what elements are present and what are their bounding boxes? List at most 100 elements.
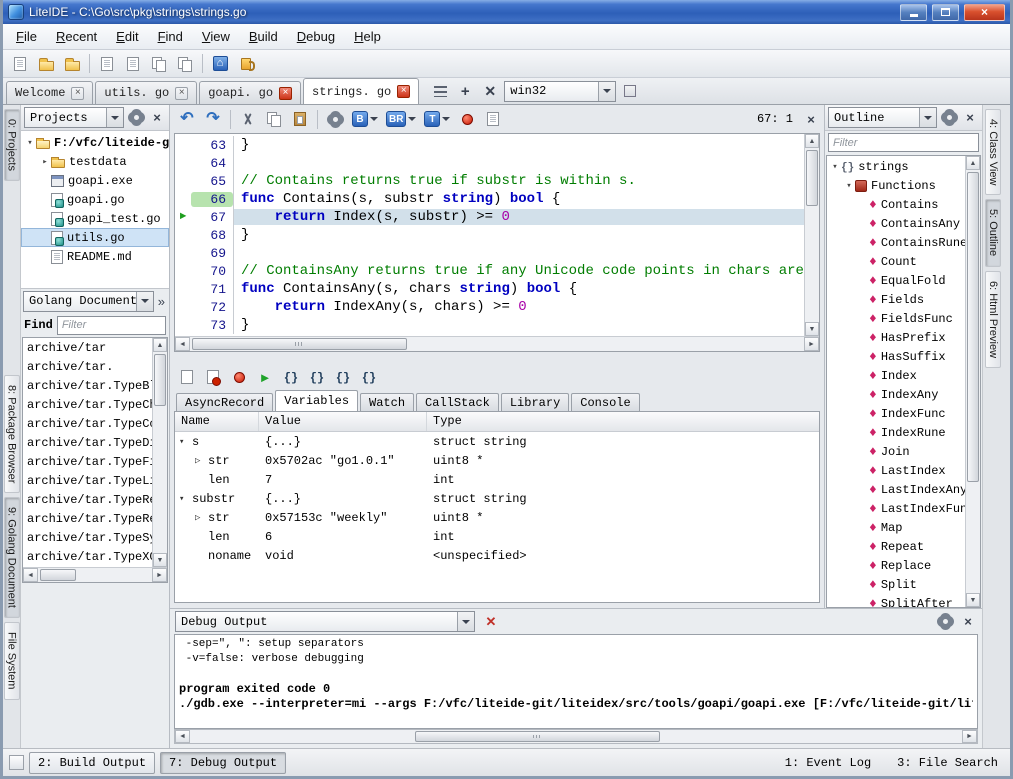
scroll-left-button[interactable]: ◄ [175, 337, 190, 351]
scrollbar-track[interactable] [190, 337, 804, 351]
scroll-down-button[interactable]: ▼ [153, 553, 167, 567]
debug-record-button[interactable] [202, 366, 224, 388]
line-number[interactable]: 66 [191, 192, 233, 207]
line-number[interactable]: 67 [191, 210, 233, 225]
outline-tree-item[interactable]: LastIndexAny [827, 480, 965, 499]
scrollbar-thumb[interactable] [40, 569, 76, 581]
build-t-button[interactable]: T [421, 108, 453, 130]
outline-tree-item[interactable]: LastIndex [827, 461, 965, 480]
scroll-up-button[interactable]: ▲ [805, 134, 819, 148]
debug-tab-callstack[interactable]: CallStack [416, 393, 499, 411]
outline-tree-item[interactable]: ContainsRune [827, 233, 965, 252]
expander-icon[interactable]: ▾ [829, 162, 841, 172]
project-tree-item[interactable]: ▾F:/vfc/liteide-g [21, 133, 169, 152]
doc-list-item[interactable]: archive/tar.TypeCont [23, 415, 152, 434]
outline-tree-item[interactable]: ▾Functions [827, 176, 965, 195]
tab-close-icon[interactable]: × [175, 87, 188, 100]
outline-tree-item[interactable]: IndexRune [827, 423, 965, 442]
scroll-left-button[interactable]: ◄ [175, 730, 190, 743]
outline-tree-item[interactable]: Repeat [827, 537, 965, 556]
menu-edit[interactable]: Edit [107, 25, 147, 48]
project-tree-item[interactable]: goapi.exe [21, 171, 169, 190]
target-options-button[interactable] [619, 80, 641, 102]
line-number[interactable]: 65 [191, 174, 233, 189]
tab-close-icon[interactable]: × [397, 85, 410, 98]
doc-list-item[interactable]: archive/tar.TypeBlock [23, 377, 152, 396]
new-tab-button[interactable]: + [454, 80, 476, 102]
combo-dropdown-button[interactable] [598, 82, 615, 101]
debug-tab-console[interactable]: Console [571, 393, 639, 411]
close-file-button[interactable] [173, 52, 197, 76]
editor-vscrollbar[interactable]: ▲ ▼ [804, 134, 819, 336]
paste-button[interactable] [288, 107, 312, 131]
dock-tab-5-outline[interactable]: 5: Outline [985, 199, 1001, 266]
copy-button[interactable] [262, 107, 286, 131]
step-into-button[interactable] [280, 366, 302, 388]
scroll-down-button[interactable]: ▼ [966, 593, 980, 607]
doc-list-item[interactable]: archive/tar.TypeLink [23, 472, 152, 491]
liteide-env-button[interactable] [234, 52, 258, 76]
projects-view-select[interactable]: Projects [24, 107, 124, 128]
outline-tree-item[interactable]: Contains [827, 195, 965, 214]
scrollbar-track[interactable] [805, 148, 819, 322]
tab-list-button[interactable] [429, 80, 451, 102]
variable-row[interactable]: nonamevoid<unspecified> [175, 546, 819, 565]
dock-tab-8-package-browser[interactable]: 8: Package Browser [4, 375, 20, 493]
home-button[interactable]: ⌂ [208, 52, 232, 76]
clear-output-button[interactable]: ✕ [480, 611, 502, 633]
dock-tab-file-system[interactable]: File System [4, 622, 20, 699]
project-tree-item[interactable]: goapi_test.go [21, 209, 169, 228]
expander-icon[interactable]: ▾ [843, 181, 855, 191]
variable-row[interactable]: ▷str0x57153c "weekly"uint8 * [175, 508, 819, 527]
outline-close-button[interactable]: × [961, 109, 979, 127]
combo-dropdown-button[interactable] [136, 292, 153, 311]
record-button[interactable] [455, 107, 479, 131]
combo-dropdown-button[interactable] [919, 108, 936, 127]
debug-tab-variables[interactable]: Variables [275, 390, 358, 411]
scroll-down-button[interactable]: ▼ [805, 322, 819, 336]
run-to-line-button[interactable] [358, 366, 380, 388]
open-folder-button[interactable] [60, 52, 84, 76]
dock-tab-9-golang-document[interactable]: 9: Golang Document [4, 497, 20, 618]
project-tree-item[interactable]: ▸testdata [21, 152, 169, 171]
menu-debug[interactable]: Debug [288, 25, 344, 48]
new-file-button[interactable] [8, 52, 32, 76]
save-file-button[interactable] [121, 52, 145, 76]
step-out-button[interactable] [332, 366, 354, 388]
tab-goapi-go[interactable]: goapi. go× [199, 81, 301, 104]
doc-list-item[interactable]: archive/tar. [23, 358, 152, 377]
outline-vscrollbar[interactable]: ▲ ▼ [965, 156, 980, 607]
scrollbar-thumb[interactable] [154, 354, 166, 406]
close-button[interactable]: × [964, 4, 1005, 21]
step-over-button[interactable] [306, 366, 328, 388]
debug-output-text[interactable]: -sep=", ": setup separators -v=false: ve… [174, 634, 978, 729]
status-2-build-output[interactable]: 2: Build Output [29, 752, 155, 774]
outline-tree-item[interactable]: IndexAny [827, 385, 965, 404]
reload-file-button[interactable] [95, 52, 119, 76]
menu-file[interactable]: File [7, 25, 46, 48]
combo-dropdown-button[interactable] [457, 612, 474, 631]
scrollbar-thumb[interactable] [806, 150, 818, 206]
doc-list-item[interactable]: archive/tar [23, 339, 152, 358]
scrollbar-thumb[interactable] [967, 172, 979, 482]
doc-filter-input[interactable] [57, 316, 166, 335]
undo-button[interactable]: ↶ [175, 107, 199, 131]
tab-utils-go[interactable]: utils. go× [95, 81, 197, 104]
doc-list-item[interactable]: archive/tar.TypeRegA [23, 510, 152, 529]
expander-icon[interactable]: ▾ [179, 494, 192, 504]
variable-row[interactable]: len6int [175, 527, 819, 546]
redo-button[interactable]: ↷ [201, 107, 225, 131]
code-lines[interactable]: 63}6465// Contains returns true if subst… [175, 134, 804, 336]
horizontal-splitter[interactable] [170, 352, 824, 364]
outline-menu-button[interactable] [940, 109, 958, 127]
menu-build[interactable]: Build [240, 25, 287, 48]
titlebar[interactable]: LiteIDE - C:\Go\src\pkg\strings\strings.… [3, 0, 1010, 24]
outline-tree-item[interactable]: Index [827, 366, 965, 385]
outline-tree-item[interactable]: Map [827, 518, 965, 537]
outline-tree-item[interactable]: ContainsAny [827, 214, 965, 233]
scrollbar-thumb[interactable] [415, 731, 660, 742]
tab-welcome[interactable]: Welcome× [6, 81, 93, 104]
scroll-up-button[interactable]: ▲ [966, 156, 980, 170]
line-number[interactable]: 69 [191, 246, 233, 261]
outline-tree-item[interactable]: FieldsFunc [827, 309, 965, 328]
